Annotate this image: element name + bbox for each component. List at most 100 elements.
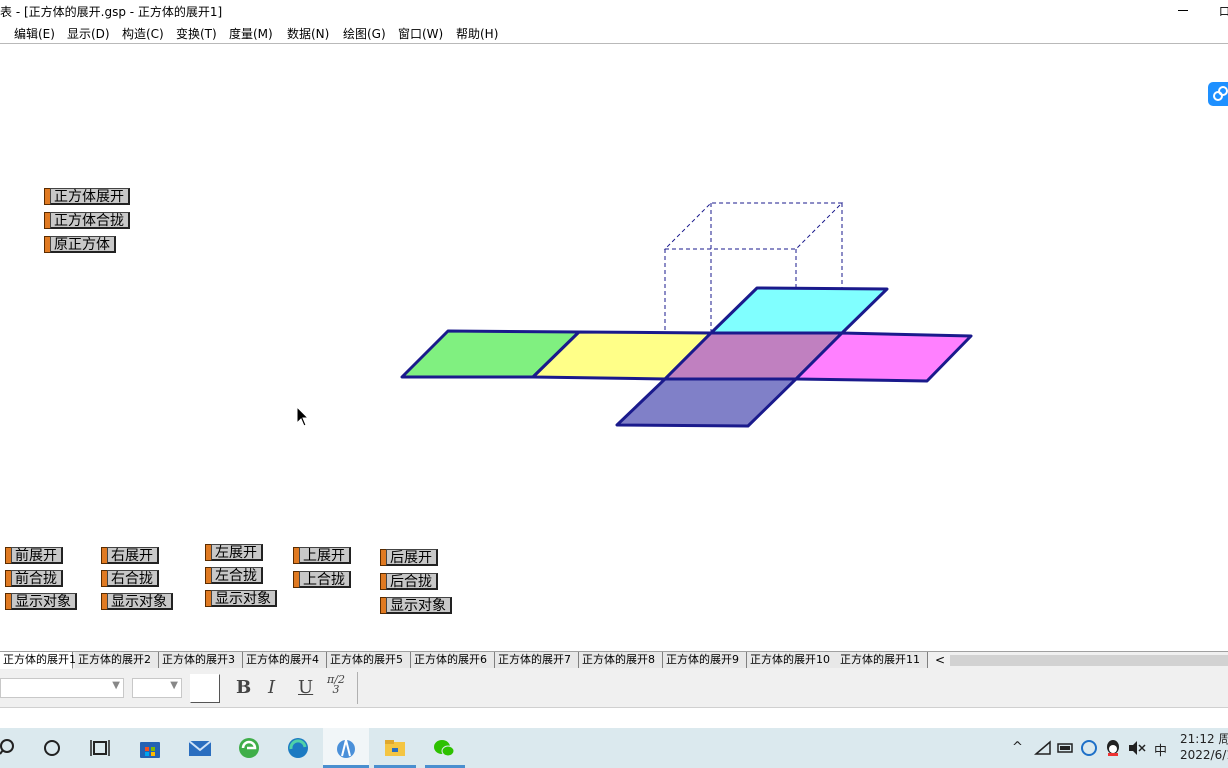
tab-page-6[interactable]: 正方体的展开6 (411, 652, 495, 668)
toolbar-divider (357, 672, 358, 704)
right-show-button[interactable]: 显示对象 (101, 593, 173, 610)
button-label[interactable]: 上合拢 (299, 571, 351, 588)
tab-page-8[interactable]: 正方体的展开8 (579, 652, 663, 668)
mail-icon[interactable] (188, 736, 212, 760)
menu-construct[interactable]: 构造(C) (122, 25, 164, 42)
ime-indicator[interactable]: 中 (1154, 740, 1167, 759)
menu-graph[interactable]: 绘图(G) (343, 25, 386, 42)
italic-button[interactable]: I (268, 677, 275, 698)
left-show-button[interactable]: 显示对象 (205, 590, 277, 607)
tab-page-3[interactable]: 正方体的展开3 (159, 652, 243, 668)
bold-button[interactable]: B (236, 677, 251, 698)
taskbar: ^ 中 21:12 周 2022/6/1 (0, 728, 1228, 768)
menu-window[interactable]: 窗口(W) (398, 25, 443, 42)
right-unfold-button[interactable]: 右展开 (101, 547, 159, 564)
show-hidden-icons-button[interactable]: ^ (1012, 740, 1023, 755)
left-unfold-button[interactable]: 左展开 (205, 544, 263, 561)
button-label[interactable]: 左合拢 (211, 567, 263, 584)
button-label[interactable]: 显示对象 (107, 593, 173, 610)
back-show-button[interactable]: 显示对象 (380, 597, 452, 614)
network-icon[interactable] (1034, 740, 1052, 756)
sync-icon[interactable] (1080, 739, 1098, 757)
chevron-down-icon: ▼ (112, 680, 120, 691)
page-tabs-bar: 正方体的展开1 正方体的展开2 正方体的展开3 正方体的展开4 正方体的展开5 … (0, 651, 1228, 669)
button-label[interactable]: 正方体合拢 (50, 212, 130, 229)
front-show-button[interactable]: 显示对象 (5, 593, 77, 610)
top-fold-button[interactable]: 上合拢 (293, 571, 351, 588)
cube-top-edges (663, 202, 844, 250)
menu-display[interactable]: 显示(D) (67, 25, 110, 42)
right-fold-button[interactable]: 右合拢 (101, 570, 159, 587)
math-format-button[interactable]: π/2 3 (324, 674, 348, 695)
menu-measure[interactable]: 度量(M) (229, 25, 273, 42)
horizontal-scrollbar[interactable] (950, 655, 1228, 666)
button-label[interactable]: 显示对象 (386, 597, 452, 614)
fold-cube-button[interactable]: 正方体合拢 (44, 212, 130, 229)
button-label[interactable]: 原正方体 (50, 236, 116, 253)
window-title: 表 - [正方体的展开.gsp - 正方体的展开1] (0, 5, 223, 19)
back-unfold-button[interactable]: 后展开 (380, 549, 438, 566)
menu-help[interactable]: 帮助(H) (456, 25, 498, 42)
tab-page-2[interactable]: 正方体的展开2 (75, 652, 159, 668)
sketchpad-icon[interactable] (334, 736, 358, 760)
front-fold-button[interactable]: 前合拢 (5, 570, 63, 587)
tab-page-9[interactable]: 正方体的展开9 (663, 652, 747, 668)
menu-transform[interactable]: 变换(T) (176, 25, 217, 42)
button-label[interactable]: 后展开 (386, 549, 438, 566)
tab-page-4[interactable]: 正方体的展开4 (243, 652, 327, 668)
button-label[interactable]: 正方体展开 (50, 188, 130, 205)
face-top[interactable] (709, 286, 889, 335)
button-label[interactable]: 后合拢 (386, 573, 438, 590)
mouse-cursor-icon (296, 406, 310, 427)
clock-time: 21:12 周 (1180, 732, 1228, 746)
button-label[interactable]: 前合拢 (11, 570, 63, 587)
tab-page-7[interactable]: 正方体的展开7 (495, 652, 579, 668)
restore-button[interactable]: 口 (1219, 3, 1228, 19)
button-label[interactable]: 上展开 (299, 547, 351, 564)
text-format-toolbar: ▼ ▼ B I U π/2 3 (0, 669, 1228, 708)
tab-page-10[interactable]: 正方体的展开10 (747, 652, 838, 668)
button-label[interactable]: 右展开 (107, 547, 159, 564)
search-icon[interactable] (0, 736, 24, 760)
left-fold-button[interactable]: 左合拢 (205, 567, 263, 584)
qq-icon[interactable] (1104, 738, 1122, 758)
text-color-swatch[interactable] (190, 674, 220, 703)
button-label[interactable]: 显示对象 (211, 590, 277, 607)
system-clock[interactable]: 21:12 周 2022/6/1 (1180, 731, 1228, 763)
minimize-button[interactable] (1174, 0, 1192, 22)
font-size-select[interactable]: ▼ (132, 678, 182, 698)
tab-page-1[interactable]: 正方体的展开1 (0, 652, 76, 669)
tab-page-11[interactable]: 正方体的展开11 (837, 652, 928, 668)
face-back[interactable] (615, 377, 798, 428)
volume-muted-icon[interactable] (1128, 740, 1146, 756)
clock-date: 2022/6/1 (1180, 748, 1228, 762)
wechat-icon[interactable] (432, 736, 456, 760)
tabs-scroll-left-button[interactable]: < (934, 652, 946, 668)
font-family-select[interactable]: ▼ (0, 678, 124, 698)
title-bar: 表 - [正方体的展开.gsp - 正方体的展开1] 口 (0, 0, 1228, 22)
menu-edit[interactable]: 编辑(E) (14, 25, 55, 42)
button-label[interactable]: 前展开 (11, 547, 63, 564)
edge-icon[interactable] (286, 736, 310, 760)
menu-bar: 编辑(E) 显示(D) 构造(C) 变换(T) 度量(M) 数据(N) 绘图(G… (0, 22, 1228, 44)
chevron-down-icon: ▼ (170, 680, 178, 691)
explorer-icon[interactable] (383, 736, 407, 760)
task-view-icon[interactable] (88, 736, 112, 760)
underline-button[interactable]: U (298, 677, 313, 698)
menu-data[interactable]: 数据(N) (287, 25, 329, 42)
top-unfold-button[interactable]: 上展开 (293, 547, 351, 564)
front-unfold-button[interactable]: 前展开 (5, 547, 63, 564)
button-label[interactable]: 左展开 (211, 544, 263, 561)
battery-icon[interactable] (1057, 740, 1075, 756)
link-icon[interactable] (1208, 82, 1228, 106)
button-label[interactable]: 右合拢 (107, 570, 159, 587)
sketch-canvas[interactable]: 正方体展开 正方体合拢 原正方体 前展开 前合拢 显示对象 右展开 右合拢 显示… (0, 44, 1228, 651)
back-fold-button[interactable]: 后合拢 (380, 573, 438, 590)
store-icon[interactable] (138, 736, 162, 760)
edge-legacy-icon[interactable] (237, 736, 261, 760)
original-cube-button[interactable]: 原正方体 (44, 236, 116, 253)
tab-page-5[interactable]: 正方体的展开5 (327, 652, 411, 668)
button-label[interactable]: 显示对象 (11, 593, 77, 610)
unfold-cube-button[interactable]: 正方体展开 (44, 188, 130, 205)
cortana-icon[interactable] (40, 736, 64, 760)
